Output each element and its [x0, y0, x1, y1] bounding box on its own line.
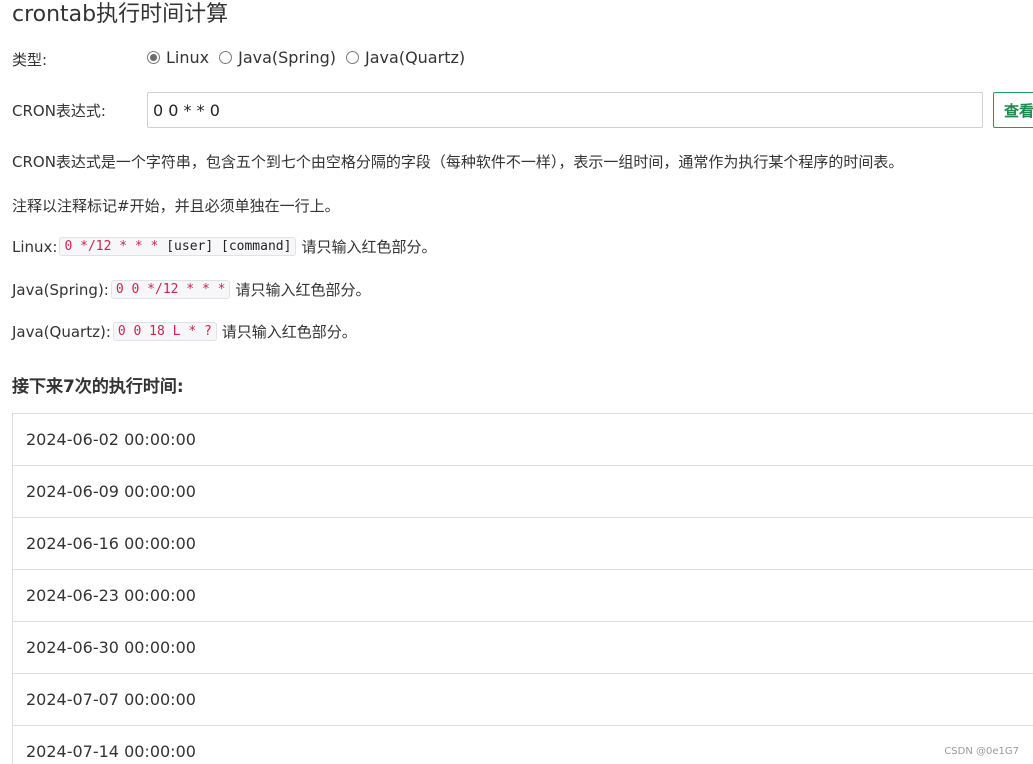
- list-item: 2024-06-30 00:00:00: [13, 622, 1033, 674]
- comment-note: 注释以注释标记#开始，并且必须单独在一行上。: [12, 197, 340, 215]
- spring-example-line: Java(Spring): 0 0 */12 * * * 请只输入红色部分。: [12, 279, 370, 300]
- results-title: 接下来7次的执行时间:: [12, 377, 184, 397]
- radio-label-java-quartz: Java(Quartz): [365, 48, 466, 67]
- list-item: 2024-06-23 00:00:00: [13, 570, 1033, 622]
- linux-example-label: Linux:: [12, 237, 58, 256]
- view-button[interactable]: 查看: [993, 92, 1033, 128]
- linux-example-line: Linux: 0 */12 * * * [user] [command] 请只输…: [12, 236, 436, 257]
- watermark: CSDN @0e1G7: [944, 746, 1019, 757]
- linux-example-red: 0 */12 * * *: [64, 239, 159, 254]
- list-item: 2024-06-02 00:00:00: [13, 414, 1033, 466]
- quartz-example-code: 0 0 18 L * ?: [112, 322, 217, 341]
- type-radio-group: Linux Java(Spring) Java(Quartz): [147, 48, 475, 67]
- cron-calculator-page: crontab执行时间计算 类型: Linux Java(Spring) Jav…: [0, 0, 1033, 764]
- list-item: 2024-07-14 00:00:00: [13, 726, 1033, 764]
- cron-expression-input[interactable]: [147, 92, 983, 128]
- linux-example-rest: [user] [command]: [158, 239, 292, 254]
- cron-label: CRON表达式:: [12, 102, 106, 120]
- radio-option-java-spring[interactable]: Java(Spring): [219, 48, 336, 67]
- spring-example-label: Java(Spring):: [12, 280, 109, 299]
- quartz-example-line: Java(Quartz): 0 0 18 L * ? 请只输入红色部分。: [12, 321, 357, 342]
- quartz-example-label: Java(Quartz):: [12, 322, 111, 341]
- radio-unchecked-icon[interactable]: [219, 51, 233, 64]
- type-label: 类型:: [12, 51, 48, 69]
- radio-label-java-spring: Java(Spring): [238, 48, 337, 67]
- radio-option-linux[interactable]: Linux: [147, 48, 209, 67]
- spring-example-hint: 请只输入红色部分。: [235, 281, 371, 299]
- list-item: 2024-06-09 00:00:00: [13, 466, 1033, 518]
- linux-example-code: 0 */12 * * * [user] [command]: [59, 237, 297, 256]
- cron-description: CRON表达式是一个字符串，包含五个到七个由空格分隔的字段（每种软件不一样），表…: [12, 153, 904, 171]
- page-title: crontab执行时间计算: [12, 2, 229, 27]
- quartz-example-hint: 请只输入红色部分。: [221, 323, 357, 341]
- radio-option-java-quartz[interactable]: Java(Quartz): [346, 48, 465, 67]
- results-list: 2024-06-02 00:00:00 2024-06-09 00:00:00 …: [12, 413, 1033, 764]
- linux-example-hint: 请只输入红色部分。: [301, 238, 437, 256]
- quartz-example-red: 0 0 18 L * ?: [117, 324, 212, 339]
- radio-checked-icon[interactable]: [147, 51, 160, 64]
- spring-example-code: 0 0 */12 * * *: [110, 280, 231, 299]
- radio-unchecked-icon[interactable]: [346, 51, 360, 64]
- radio-label-linux: Linux: [166, 48, 210, 67]
- spring-example-red: 0 0 */12 * * *: [115, 282, 226, 297]
- list-item: 2024-06-16 00:00:00: [13, 518, 1033, 570]
- list-item: 2024-07-07 00:00:00: [13, 674, 1033, 726]
